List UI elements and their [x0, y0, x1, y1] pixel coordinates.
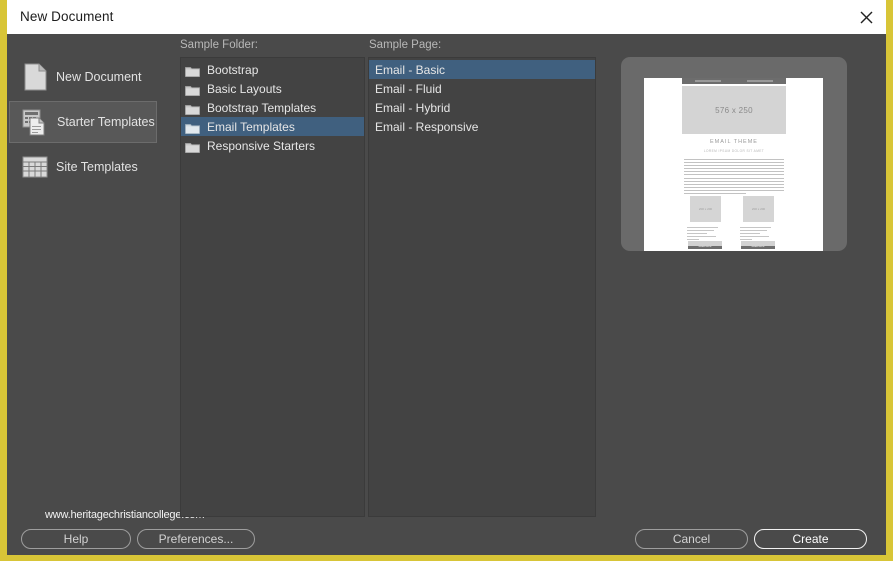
preferences-button[interactable]: Preferences... — [137, 529, 255, 549]
page-list-item-label: Email - Responsive — [375, 120, 478, 134]
folder-icon — [185, 140, 200, 152]
preview-navbar — [682, 78, 786, 84]
page-list-item-label: Email - Basic — [375, 63, 445, 77]
preview-footer-block-a — [688, 241, 722, 246]
starter-templates-icon — [18, 105, 54, 139]
folder-list-item[interactable]: Basic Layouts — [181, 79, 364, 98]
folder-icon — [185, 102, 200, 114]
folder-list-item-label: Basic Layouts — [207, 82, 282, 96]
new-document-dialog: New Document New Document — [0, 0, 893, 561]
sample-folder-heading: Sample Folder: — [180, 39, 258, 51]
create-button[interactable]: Create — [754, 529, 867, 549]
folder-list-item-label: Email Templates — [207, 120, 295, 134]
preview-hero-image: 576 x 250 — [682, 86, 786, 134]
folder-list-item-label: Responsive Starters — [207, 139, 315, 153]
folder-icon — [185, 83, 200, 95]
page-list-item-label: Email - Fluid — [375, 82, 442, 96]
preview-paragraph — [684, 159, 784, 196]
document-icon — [17, 60, 53, 94]
sample-folder-list[interactable]: Bootstrap Basic Layouts Bootstrap Template… — [180, 57, 365, 517]
folder-list-item[interactable]: Bootstrap Templates — [181, 98, 364, 117]
template-preview: 576 x 250 EMAIL THEME LOREM IPSUM DOLOR … — [621, 57, 847, 251]
folder-list-item[interactable]: Email Templates — [181, 117, 364, 136]
folder-icon — [185, 121, 200, 133]
help-button[interactable]: Help — [21, 529, 131, 549]
window-title: New Document — [20, 9, 114, 24]
close-icon[interactable] — [852, 4, 880, 30]
sample-page-heading: Sample Page: — [369, 39, 441, 51]
site-templates-icon — [17, 150, 53, 184]
preview-column-a-image-label: 200 x 200 — [699, 207, 712, 211]
preview-column-b-image: 200 x 200 — [743, 196, 774, 222]
preview-column-b-image-label: 200 x 200 — [752, 207, 765, 211]
preview-column-b-text — [740, 227, 778, 240]
page-list-item[interactable]: Email - Fluid — [369, 79, 595, 98]
sidebar-item-label: Starter Templates — [57, 115, 155, 129]
page-list-item[interactable]: Email - Hybrid — [369, 98, 595, 117]
folder-list-item-label: Bootstrap — [207, 63, 258, 77]
sidebar-item-starter-templates[interactable]: Starter Templates — [9, 101, 157, 143]
preview-footer-block-b — [741, 241, 775, 246]
sidebar: New Document — [7, 34, 172, 555]
cancel-button[interactable]: Cancel — [635, 529, 748, 549]
sidebar-item-label: New Document — [56, 70, 141, 84]
page-list-item[interactable]: Email - Responsive — [369, 117, 595, 136]
sidebar-item-new-document[interactable]: New Document — [9, 56, 157, 98]
folder-list-item-label: Bootstrap Templates — [207, 101, 316, 115]
page-list-item[interactable]: Email - Basic — [369, 60, 595, 79]
sidebar-item-label: Site Templates — [56, 160, 138, 174]
sidebar-item-site-templates[interactable]: Site Templates — [9, 146, 157, 188]
preview-hero-label: 576 x 250 — [715, 106, 753, 115]
folder-list-item[interactable]: Bootstrap — [181, 60, 364, 79]
preview-page: 576 x 250 EMAIL THEME LOREM IPSUM DOLOR … — [644, 78, 823, 251]
page-list-item-label: Email - Hybrid — [375, 101, 450, 115]
preview-column-a-text — [687, 227, 725, 240]
folder-icon — [185, 64, 200, 76]
sample-page-list[interactable]: Email - Basic Email - Fluid Email - Hybrid… — [368, 57, 596, 517]
preview-heading: EMAIL THEME — [682, 139, 786, 145]
dialog-body: New Document — [7, 34, 886, 555]
preview-subheading: LOREM IPSUM DOLOR SIT AMET — [682, 149, 786, 153]
titlebar: New Document — [7, 0, 886, 34]
folder-list-item[interactable]: Responsive Starters — [181, 136, 364, 155]
preview-column-a-image: 200 x 200 — [690, 196, 721, 222]
